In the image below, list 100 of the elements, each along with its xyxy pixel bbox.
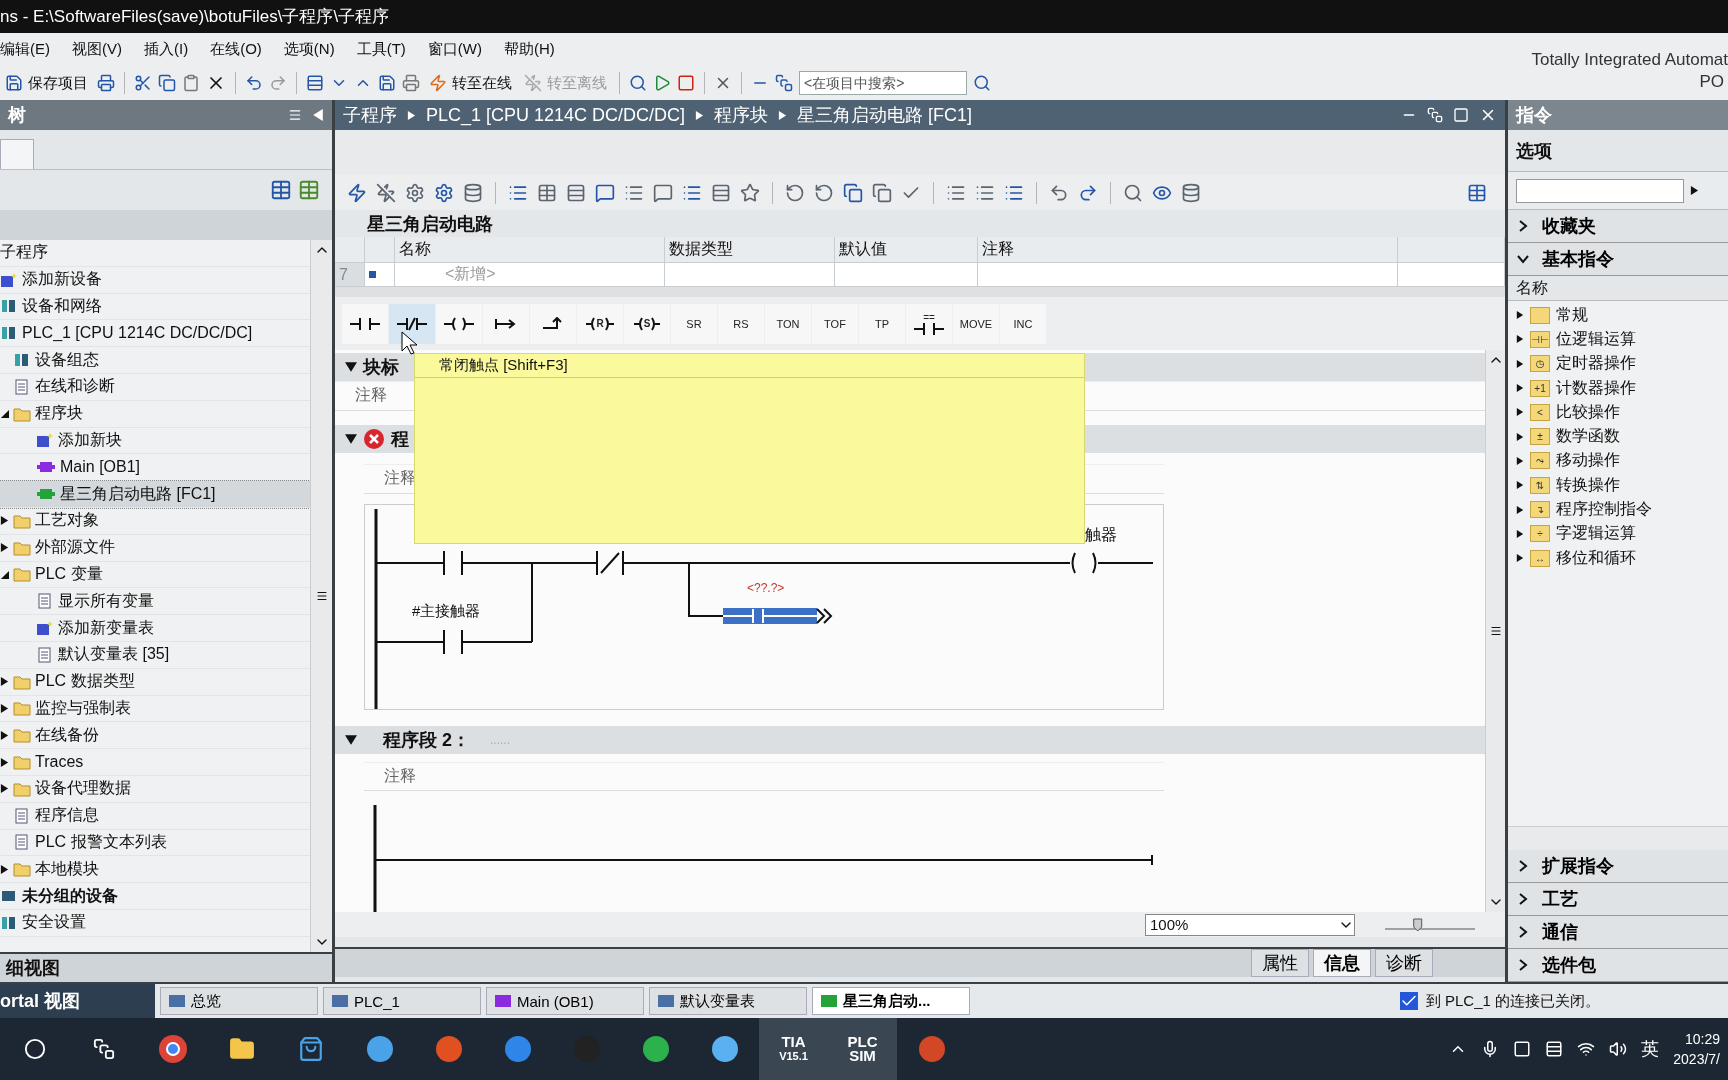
instruction-button[interactable] (483, 303, 529, 344)
app-icon[interactable] (710, 1035, 739, 1063)
instruction-button[interactable]: TON (765, 303, 811, 344)
collapsed-arrow-icon[interactable] (0, 730, 9, 740)
collapsed-arrow-icon[interactable] (0, 757, 9, 767)
breadcrumb-item[interactable]: 星三角启动电路 [FC1] (797, 103, 973, 127)
gear-icon[interactable] (434, 182, 454, 203)
collapsed-arrow-icon[interactable] (1516, 554, 1524, 563)
instruction-button[interactable]: MOVE (953, 303, 999, 344)
tree-item[interactable]: 程序块 (0, 400, 310, 428)
collapse-arrow-icon[interactable] (312, 109, 324, 121)
arrow-icon[interactable] (1690, 186, 1699, 195)
expanded-arrow-icon[interactable] (0, 409, 9, 419)
store-icon[interactable] (297, 1036, 324, 1062)
instruction-button[interactable] (436, 303, 482, 344)
menu-item[interactable]: 视图(V) (72, 40, 122, 59)
details-view-icon[interactable] (270, 179, 292, 201)
instruction-button[interactable]: RS (718, 303, 764, 344)
table-refresh-icon[interactable] (298, 179, 320, 201)
go-online-button[interactable]: 转至在线 (426, 71, 515, 95)
comment-icon[interactable] (595, 182, 615, 203)
menu-item[interactable]: 工具(T) (356, 40, 406, 59)
rows-icon[interactable] (566, 182, 586, 203)
instruction-folder[interactable]: ± 数学函数 (1508, 424, 1728, 449)
menu-item[interactable]: 窗口(W) (427, 40, 482, 59)
expanded-arrow-icon[interactable] (0, 569, 9, 579)
section-header[interactable]: 收藏夹 (1508, 210, 1728, 243)
table-icon[interactable] (537, 182, 557, 203)
instruction-folder[interactable]: +1 计数器操作 (1508, 375, 1728, 401)
instruction-button[interactable] (530, 303, 576, 344)
collapsed-arrow-icon[interactable] (1516, 432, 1524, 441)
instruction-button[interactable]: INC (1000, 303, 1046, 344)
editor-tab[interactable]: Main (OB1) (486, 987, 644, 1015)
network-header[interactable]: 程序段 2： ...... (335, 725, 1485, 754)
copy-icon[interactable] (158, 74, 176, 92)
instruction-button[interactable] (342, 303, 388, 344)
browser-icon[interactable] (157, 1034, 188, 1064)
tray-icon[interactable] (1545, 1040, 1564, 1058)
scroll-thumb-icon[interactable] (1489, 625, 1502, 637)
instruction-folder[interactable]: ↴ 程序控制指令 (1508, 497, 1728, 522)
start-cpu-icon[interactable] (653, 74, 671, 92)
task-view-icon[interactable] (92, 1038, 115, 1060)
tree-item[interactable]: PLC 数据类型 (0, 668, 310, 696)
instruction-folder[interactable]: < 比较操作 (1508, 400, 1728, 425)
input-method-indicator[interactable]: 英 (1641, 1037, 1660, 1061)
table-cell[interactable] (978, 263, 1398, 287)
app-icon[interactable] (641, 1035, 670, 1063)
editor-tab[interactable]: 默认变量表 (649, 987, 807, 1015)
tree-item[interactable]: 外部源文件 (0, 534, 310, 562)
app-icon[interactable] (503, 1035, 532, 1063)
tree-item[interactable]: 在线和诊断 (0, 374, 310, 401)
comment-icon[interactable] (653, 182, 673, 203)
collapsed-arrow-icon[interactable] (1516, 384, 1524, 393)
section-header[interactable]: 基本指令 (1508, 243, 1728, 276)
collapsed-arrow-icon[interactable] (1516, 529, 1524, 538)
tree-item[interactable]: 本地模块 (0, 856, 310, 884)
tree-item[interactable]: 工艺对象 (0, 507, 310, 535)
tray-icon[interactable] (1513, 1040, 1532, 1058)
tree-item[interactable]: 添加新变量表 (0, 615, 310, 642)
app-icon[interactable] (917, 1035, 946, 1063)
search-icon[interactable] (973, 74, 991, 92)
collapsed-arrow-icon[interactable] (0, 703, 9, 713)
collapse-triangle-icon[interactable] (345, 432, 357, 445)
search-icon[interactable] (23, 1038, 46, 1060)
editor-tab[interactable]: 总览 (160, 987, 318, 1015)
collapsed-arrow-icon[interactable] (1516, 335, 1524, 344)
table-cell[interactable] (665, 263, 835, 287)
taskbar-button[interactable]: TIA V15.1 (759, 1018, 828, 1080)
taskbar-button[interactable]: PLC SIM (828, 1018, 897, 1080)
editor-tab[interactable]: PLC_1 (323, 987, 481, 1015)
operand-field[interactable]: <??.?> (747, 580, 785, 595)
tree-item[interactable]: PLC 报警文本列表 (0, 829, 310, 857)
menu-item[interactable]: 在线(O) (210, 40, 262, 59)
tree-item[interactable]: Traces (0, 749, 310, 776)
collapsed-arrow-icon[interactable] (0, 516, 9, 526)
tree-item[interactable]: 添加新设备 (0, 266, 310, 294)
star-icon[interactable] (740, 182, 760, 203)
section-header[interactable]: 扩展指令 (1508, 850, 1728, 883)
stop-cpu-icon[interactable] (677, 74, 695, 92)
tree-item[interactable]: 安全设置 (0, 909, 310, 937)
volume-icon[interactable] (1609, 1040, 1628, 1058)
instruction-folder[interactable]: ⇅ 转换操作 (1508, 473, 1728, 498)
collapsed-arrow-icon[interactable] (1516, 481, 1524, 490)
maximize-icon[interactable] (1453, 107, 1469, 123)
breadcrumb-item[interactable]: PLC_1 [CPU 1214C DC/DC/DC] (426, 104, 686, 126)
copy-icon[interactable] (872, 182, 892, 203)
save-project-button[interactable]: 保存项目 (2, 71, 91, 95)
database-icon[interactable] (463, 182, 483, 203)
menu-item[interactable]: 编辑(E) (0, 40, 50, 59)
tree-item[interactable]: 默认变量表 [35] (0, 641, 310, 669)
gear-icon[interactable] (405, 182, 425, 203)
info-tab[interactable]: 诊断 (1375, 949, 1433, 977)
restore-icon[interactable] (1427, 107, 1443, 123)
cut-icon[interactable] (134, 74, 152, 92)
instruction-folder[interactable]: ↔ 移位和循环 (1508, 545, 1728, 571)
tree-item[interactable]: 子程序 (0, 240, 310, 267)
collapsed-arrow-icon[interactable] (1516, 311, 1524, 320)
copy-icon[interactable] (843, 182, 863, 203)
collapse-triangle-icon[interactable] (345, 360, 357, 373)
tree-item[interactable]: 在线备份 (0, 722, 310, 750)
